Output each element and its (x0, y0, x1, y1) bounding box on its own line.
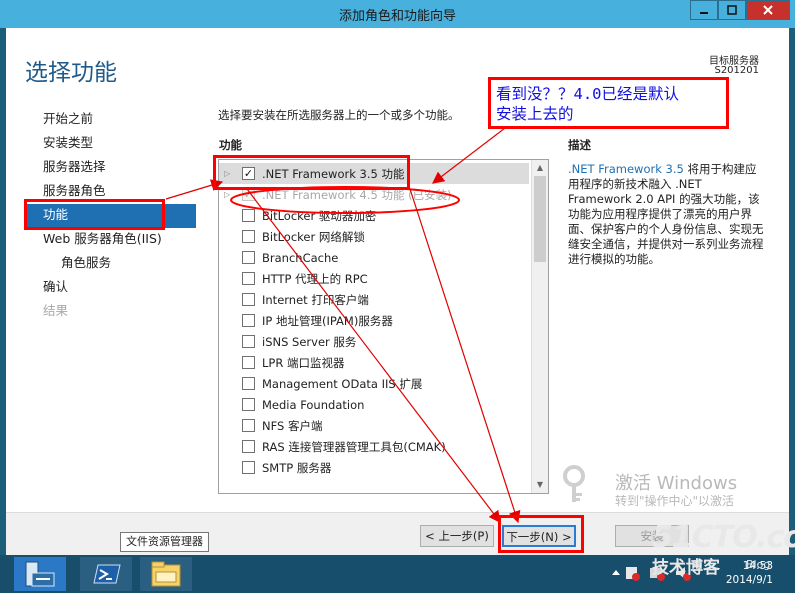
server-manager-taskbar-button[interactable] (14, 557, 66, 591)
tray-expand-icon (612, 570, 620, 575)
feature-row[interactable]: SMTP 服务器 (219, 457, 529, 478)
key-icon (563, 465, 585, 502)
features-list[interactable]: ▷ ✓ .NET Framework 3.5 功能 ▷ ✓ .NET Framework … (218, 159, 549, 494)
feature-label: RAS 连接管理器管理工具包(CMAK) (262, 439, 446, 454)
scroll-up-icon[interactable]: ▲ (532, 160, 548, 176)
feature-row[interactable]: Internet 打印客户端 (219, 289, 529, 310)
feature-label: LPR 端口监视器 (262, 355, 345, 370)
clock-date: 2014/9/1 (725, 574, 773, 586)
annotation-callout: 看到没？？4.0已经是默认 安装上去的 (488, 77, 729, 129)
annotation-next-box (498, 515, 584, 553)
feature-row[interactable]: NFS 客户端 (219, 415, 529, 436)
file-explorer-taskbar-button[interactable] (140, 557, 192, 591)
site-watermark-subtitle: 技术博客 (652, 558, 720, 578)
maximize-button[interactable] (718, 0, 746, 20)
nav-item[interactable]: 开始之前 (24, 108, 196, 132)
feature-checkbox[interactable] (242, 314, 255, 327)
window-title: 添加角色和功能向导 (338, 9, 456, 24)
annotation-feature-box (213, 155, 410, 190)
feature-checkbox[interactable] (242, 293, 255, 306)
feature-row[interactable]: Management OData IIS 扩展 (219, 373, 529, 394)
feature-row[interactable]: HTTP 代理上的 RPC (219, 268, 529, 289)
nav-item[interactable]: 安装类型 (24, 132, 196, 156)
nav-item[interactable]: 角色服务 (24, 252, 196, 276)
feature-label: SMTP 服务器 (262, 460, 332, 475)
scroll-thumb[interactable] (534, 176, 546, 262)
destination-server-name: S201201 (714, 65, 759, 76)
action-center-alert-icon (632, 573, 640, 581)
feature-row[interactable]: iSNS Server 服务 (219, 331, 529, 352)
close-button[interactable] (746, 0, 790, 20)
maximize-icon (727, 5, 737, 15)
feature-label: NFS 客户端 (262, 418, 323, 433)
feature-checkbox[interactable] (242, 335, 255, 348)
description-body: 将用于构建应用程序的新技术融入 .NET Framework 2.0 API 的… (568, 162, 764, 266)
feature-label: HTTP 代理上的 RPC (262, 271, 368, 286)
callout-line-1: 看到没？？4.0已经是默认 (496, 85, 679, 103)
scroll-down-icon[interactable]: ▼ (532, 477, 548, 493)
callout-text: 看到没？？4.0已经是默认 安装上去的 (496, 84, 679, 124)
powershell-icon (93, 564, 121, 584)
feature-label: IP 地址管理(IPAM)服务器 (262, 313, 393, 328)
features-heading: 功能 (219, 138, 242, 152)
instruction-text: 选择要安装在所选服务器上的一个或多个功能。 (218, 108, 460, 122)
feature-row[interactable]: IP 地址管理(IPAM)服务器 (219, 310, 529, 331)
feature-row[interactable]: BitLocker 驱动器加密 (219, 205, 529, 226)
feature-row[interactable]: BitLocker 网络解锁 (219, 226, 529, 247)
feature-label: Media Foundation (262, 397, 365, 412)
taskbar-tooltip: 文件资源管理器 (120, 532, 209, 552)
feature-checkbox[interactable] (242, 461, 255, 474)
powershell-taskbar-button[interactable] (80, 557, 132, 591)
feature-row[interactable]: LPR 端口监视器 (219, 352, 529, 373)
feature-label: Internet 打印客户端 (262, 292, 369, 307)
feature-checkbox[interactable] (242, 419, 255, 432)
page-title: 选择功能 (25, 60, 117, 86)
minimize-button[interactable] (690, 0, 718, 20)
description-text: .NET Framework 3.5 将用于构建应用程序的新技术融入 .NET … (568, 162, 766, 267)
features-scrollbar[interactable]: ▲ ▼ (531, 160, 548, 493)
feature-label: BitLocker 网络解锁 (262, 229, 365, 244)
feature-checkbox[interactable] (242, 440, 255, 453)
nav-item: 结果 (43, 303, 69, 318)
feature-row[interactable]: Media Foundation (219, 394, 529, 415)
feature-label: BitLocker 驱动器加密 (262, 208, 377, 223)
callout-line-2: 安装上去的 (496, 105, 574, 123)
title-bar: 添加角色和功能向导 (0, 0, 795, 28)
feature-checkbox[interactable] (242, 209, 255, 222)
feature-checkbox[interactable] (242, 272, 255, 285)
nav-item[interactable]: 服务器选择 (24, 156, 196, 180)
feature-row[interactable]: BranchCache (219, 247, 529, 268)
feature-checkbox[interactable] (242, 377, 255, 390)
close-icon (763, 5, 773, 15)
feature-label: iSNS Server 服务 (262, 334, 357, 349)
site-watermark-blog: Blog (746, 558, 771, 571)
description-link[interactable]: .NET Framework 3.5 (568, 162, 684, 176)
feature-label: Management OData IIS 扩展 (262, 376, 423, 391)
feature-label: BranchCache (262, 250, 339, 265)
feature-checkbox[interactable] (242, 398, 255, 411)
annotation-nav-box (24, 199, 165, 230)
feature-checkbox[interactable] (242, 356, 255, 369)
previous-button[interactable]: < 上一步(P) (420, 525, 494, 547)
description-heading: 描述 (568, 138, 591, 152)
minimize-icon (700, 12, 708, 14)
site-watermark-logo: 51CTO.com (652, 520, 795, 555)
server-manager-icon (25, 561, 55, 587)
feature-checkbox[interactable] (242, 251, 255, 264)
expand-arrow-icon[interactable]: ▷ (224, 190, 230, 199)
nav-item[interactable]: Web 服务器角色(IIS) (24, 228, 196, 252)
folder-icon (151, 561, 181, 587)
feature-checkbox[interactable] (242, 230, 255, 243)
nav-item[interactable]: 确认 (24, 276, 196, 300)
feature-row[interactable]: RAS 连接管理器管理工具包(CMAK) (219, 436, 529, 457)
